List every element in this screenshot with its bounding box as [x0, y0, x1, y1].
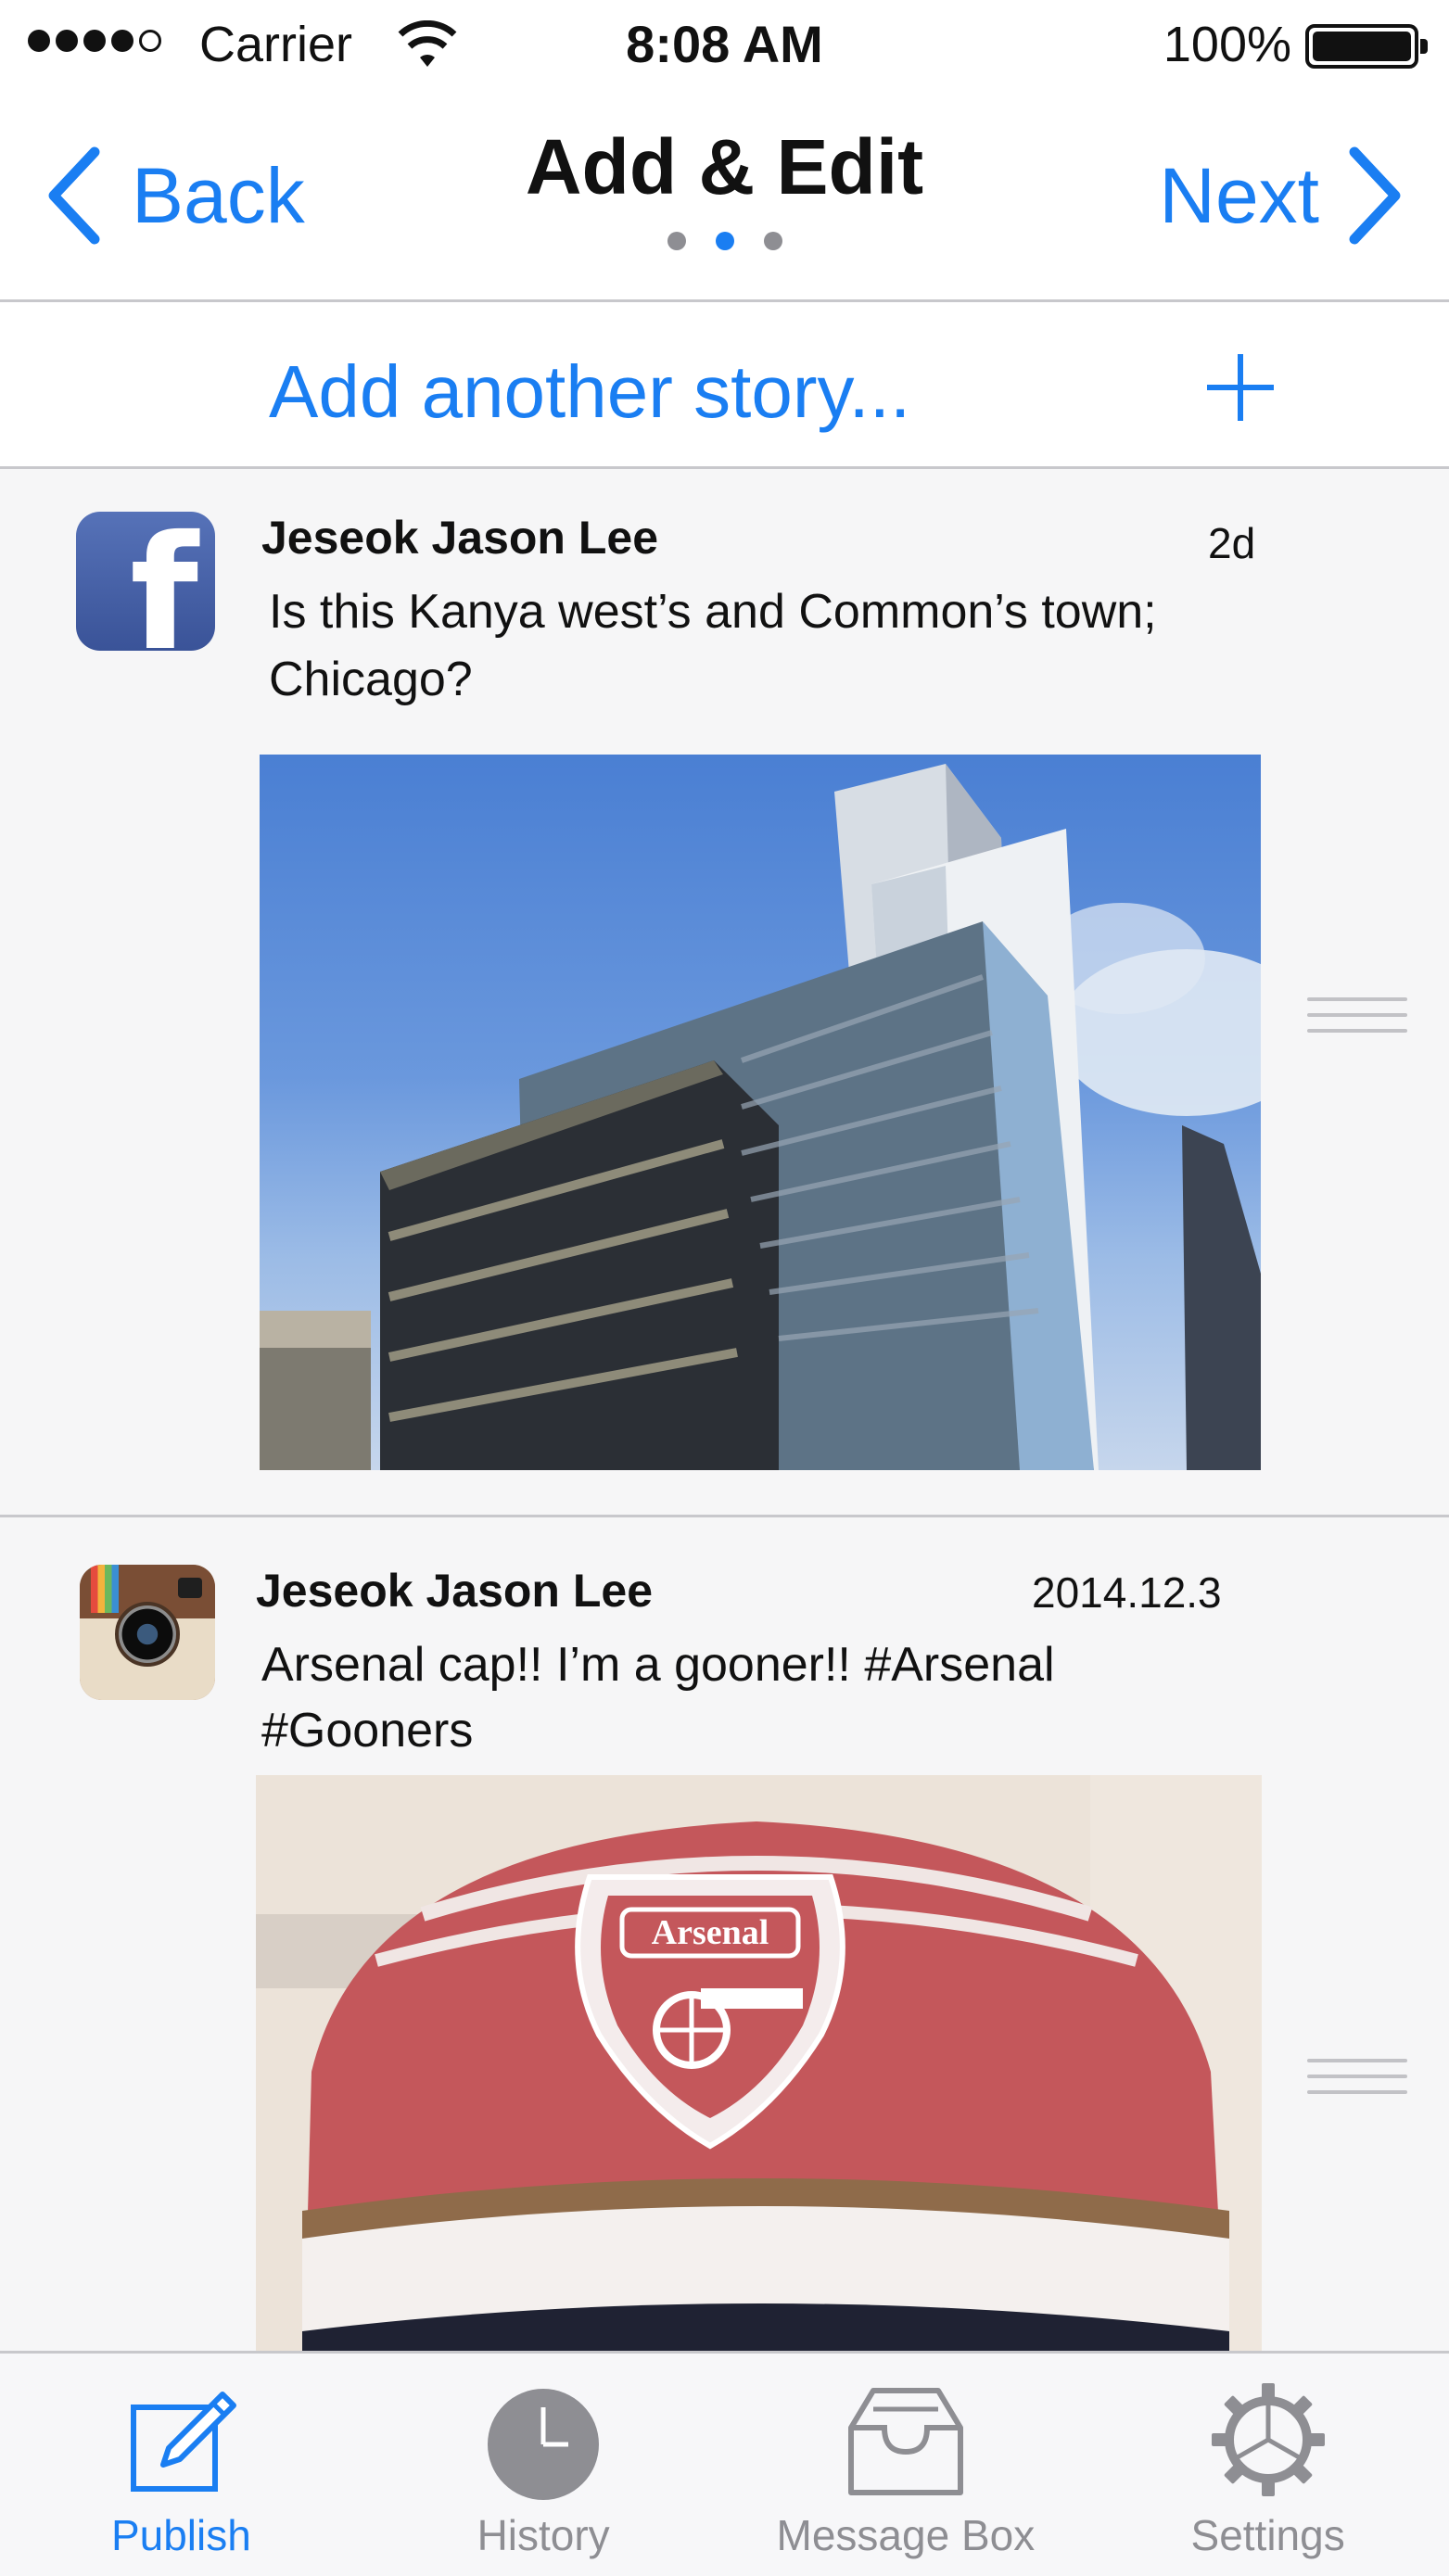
add-story-row[interactable]: Add another story...: [0, 302, 1449, 469]
status-bar: Carrier 8:08 AM 100%: [0, 0, 1449, 93]
page-dot: [763, 232, 782, 250]
story-text-line: Chicago?: [269, 653, 473, 706]
tab-message-box[interactable]: Message Box: [725, 2354, 1087, 2576]
page-dot: [667, 232, 686, 250]
tab-bar: Publish History Message Box Settings: [0, 2351, 1449, 2576]
story-author: Jeseok Jason Lee: [256, 1565, 654, 1617]
story-time: 2014.12.3: [1032, 1568, 1222, 1617]
facebook-icon: f: [76, 512, 215, 651]
tab-publish[interactable]: Publish: [0, 2354, 362, 2576]
story-photo: [260, 755, 1261, 1470]
story-text-line: Arsenal cap!! I’m a gooner!! #Arsenal: [261, 1638, 1055, 1692]
next-button[interactable]: Next: [1159, 145, 1405, 247]
story-author: Jeseok Jason Lee: [261, 512, 659, 564]
chevron-right-icon: [1349, 146, 1401, 245]
compose-icon: [131, 2392, 237, 2492]
tab-label: Settings: [1190, 2511, 1345, 2559]
story-time: 2d: [1208, 519, 1256, 567]
inbox-icon: [847, 2388, 963, 2495]
gear-icon: [1211, 2383, 1325, 2496]
story-card[interactable]: Jeseok Jason Lee 2014.12.3 Arsenal cap!!…: [0, 1520, 1449, 2351]
reorder-handle[interactable]: [1307, 2059, 1407, 2098]
clock-icon: [488, 2389, 600, 2500]
instagram-icon: [80, 1565, 215, 1700]
story-text-line: #Gooners: [261, 1704, 474, 1758]
reorder-handle[interactable]: [1307, 997, 1407, 1036]
tab-label: History: [477, 2511, 610, 2559]
tab-label: Publish: [110, 2511, 251, 2559]
cap-crest-text: Arsenal: [652, 1913, 769, 1952]
story-card[interactable]: f Jeseok Jason Lee 2d Is this Kanya west…: [0, 469, 1449, 1517]
plus-icon[interactable]: [1203, 350, 1277, 425]
story-photo: Arsenal: [256, 1775, 1262, 2351]
story-text-line: Is this Kanya west’s and Common’s town;: [269, 585, 1157, 639]
next-label: Next: [1159, 151, 1319, 239]
add-story-label: Add another story...: [269, 350, 911, 433]
battery-icon: [1305, 24, 1428, 69]
page-dot-active: [715, 232, 734, 250]
tab-history[interactable]: History: [362, 2354, 725, 2576]
tab-label: Message Box: [776, 2511, 1036, 2559]
story-list: f Jeseok Jason Lee 2d Is this Kanya west…: [0, 469, 1449, 2351]
tab-settings[interactable]: Settings: [1087, 2354, 1449, 2576]
battery-percent: 100%: [1163, 17, 1291, 72]
navigation-bar: Back Add & Edit Next: [0, 93, 1449, 302]
